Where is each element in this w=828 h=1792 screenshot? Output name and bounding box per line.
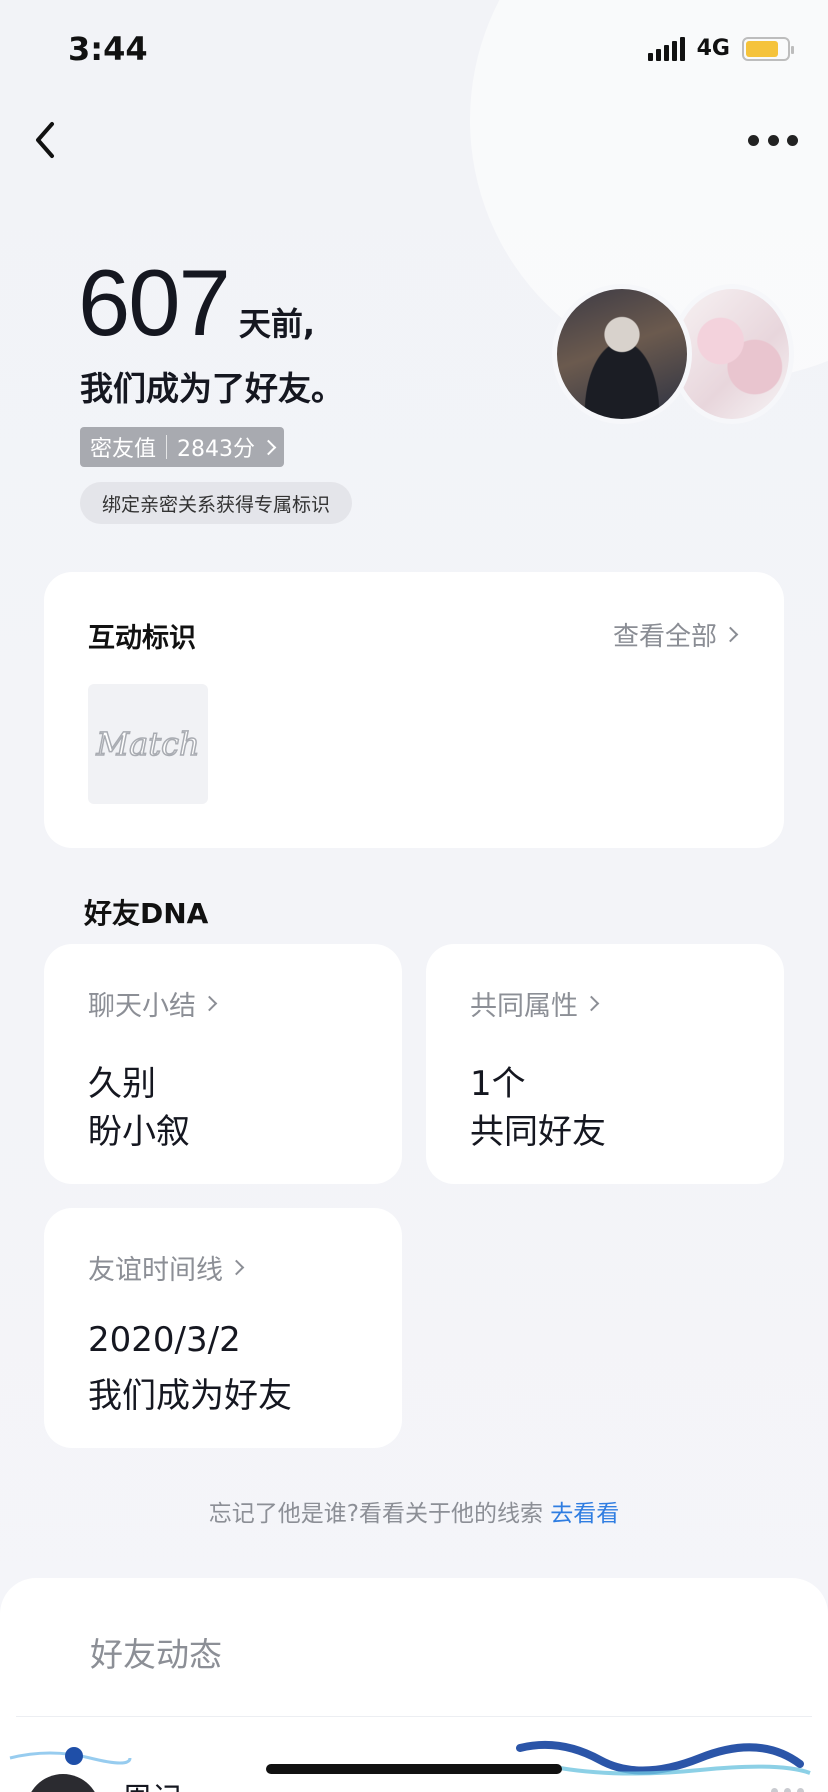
common-line2: 共同好友 <box>470 1112 606 1152</box>
chat-summary-label-row: 聊天小结 <box>88 984 218 1023</box>
status-time: 3:44 <box>68 30 148 68</box>
intimacy-score-button[interactable]: 密友值 2843分 <box>80 427 285 467</box>
chevron-right-icon <box>583 995 600 1012</box>
divider <box>166 435 168 459</box>
signal-icon <box>647 36 685 61</box>
chevron-right-icon <box>228 1259 245 1276</box>
badge-label: Match <box>96 724 201 764</box>
friend-since-text: 我们成为了好友。 <box>80 369 344 408</box>
dot-icon <box>767 134 779 146</box>
interaction-badges-card: 互动标识 查看全部 Match <box>44 572 784 848</box>
divider <box>16 1716 812 1717</box>
common-label-row: 共同属性 <box>470 984 600 1023</box>
dot-icon <box>787 134 798 146</box>
timeline-date: 2020/3/2 <box>88 1320 241 1360</box>
feed-more-button[interactable] <box>771 1788 804 1792</box>
timeline-label-row: 友谊时间线 <box>88 1248 245 1287</box>
intimacy-label: 密友值 <box>90 437 157 462</box>
dot-icon <box>797 1788 804 1792</box>
chevron-right-icon <box>201 995 218 1012</box>
common-attributes-card[interactable]: 共同属性 1个 共同好友 <box>426 944 784 1184</box>
chevron-right-icon <box>722 626 739 643</box>
days-suffix: 天前, <box>238 305 316 343</box>
common-line1: 1个 <box>470 1064 526 1104</box>
home-indicator[interactable] <box>266 1764 562 1774</box>
friendship-timeline-card[interactable]: 友谊时间线 2020/3/2 我们成为好友 <box>44 1208 402 1448</box>
feed-title: 好友动态 <box>90 1635 222 1674</box>
dot-icon <box>784 1788 791 1792</box>
bind-relationship-button[interactable]: 绑定亲密关系获得专属标识 <box>80 482 353 524</box>
section-title-dna: 好友DNA <box>84 897 209 930</box>
match-badge[interactable]: Match <box>88 684 208 804</box>
friend-profile-page: 3:44 4G 607 天前, 我们成为了好友。 密友值 2843分 绑定亲密关… <box>0 0 828 1792</box>
friend-feed-panel: 好友动态 周记 <box>0 1578 828 1792</box>
chat-summary-card[interactable]: 聊天小结 久别 盼小叙 <box>44 944 402 1184</box>
my-avatar[interactable] <box>552 284 692 424</box>
friend-days: 607 天前, <box>78 256 315 350</box>
back-button[interactable] <box>28 118 64 162</box>
status-indicators: 4G <box>647 36 794 61</box>
days-count: 607 <box>78 250 231 355</box>
clue-hint: 忘记了他是谁?看看关于他的线索 去看看 <box>0 1494 828 1528</box>
feed-author-name[interactable]: 周记 <box>122 1774 182 1792</box>
timeline-event: 我们成为好友 <box>88 1376 292 1416</box>
chat-summary-line1: 久别 <box>88 1064 156 1104</box>
card-title: 互动标识 <box>88 623 196 654</box>
view-all-label: 查看全部 <box>612 622 717 652</box>
battery-icon <box>742 36 794 61</box>
clue-hint-text: 忘记了他是谁?看看关于他的线索 <box>208 1501 551 1527</box>
chevron-right-icon <box>260 439 277 455</box>
intimacy-value: 2843分 <box>177 437 256 462</box>
more-options-button[interactable] <box>748 128 798 152</box>
dot-icon <box>771 1788 778 1792</box>
chat-summary-line2: 盼小叙 <box>88 1112 190 1152</box>
view-all-link[interactable]: 查看全部 <box>612 616 739 653</box>
network-type: 4G <box>696 36 730 61</box>
timeline-label: 友谊时间线 <box>88 1255 223 1286</box>
dot-icon <box>748 134 759 146</box>
chat-summary-label: 聊天小结 <box>88 991 196 1022</box>
chevron-left-icon <box>36 122 54 158</box>
common-label: 共同属性 <box>470 991 578 1022</box>
view-clues-link[interactable]: 去看看 <box>550 1501 619 1527</box>
